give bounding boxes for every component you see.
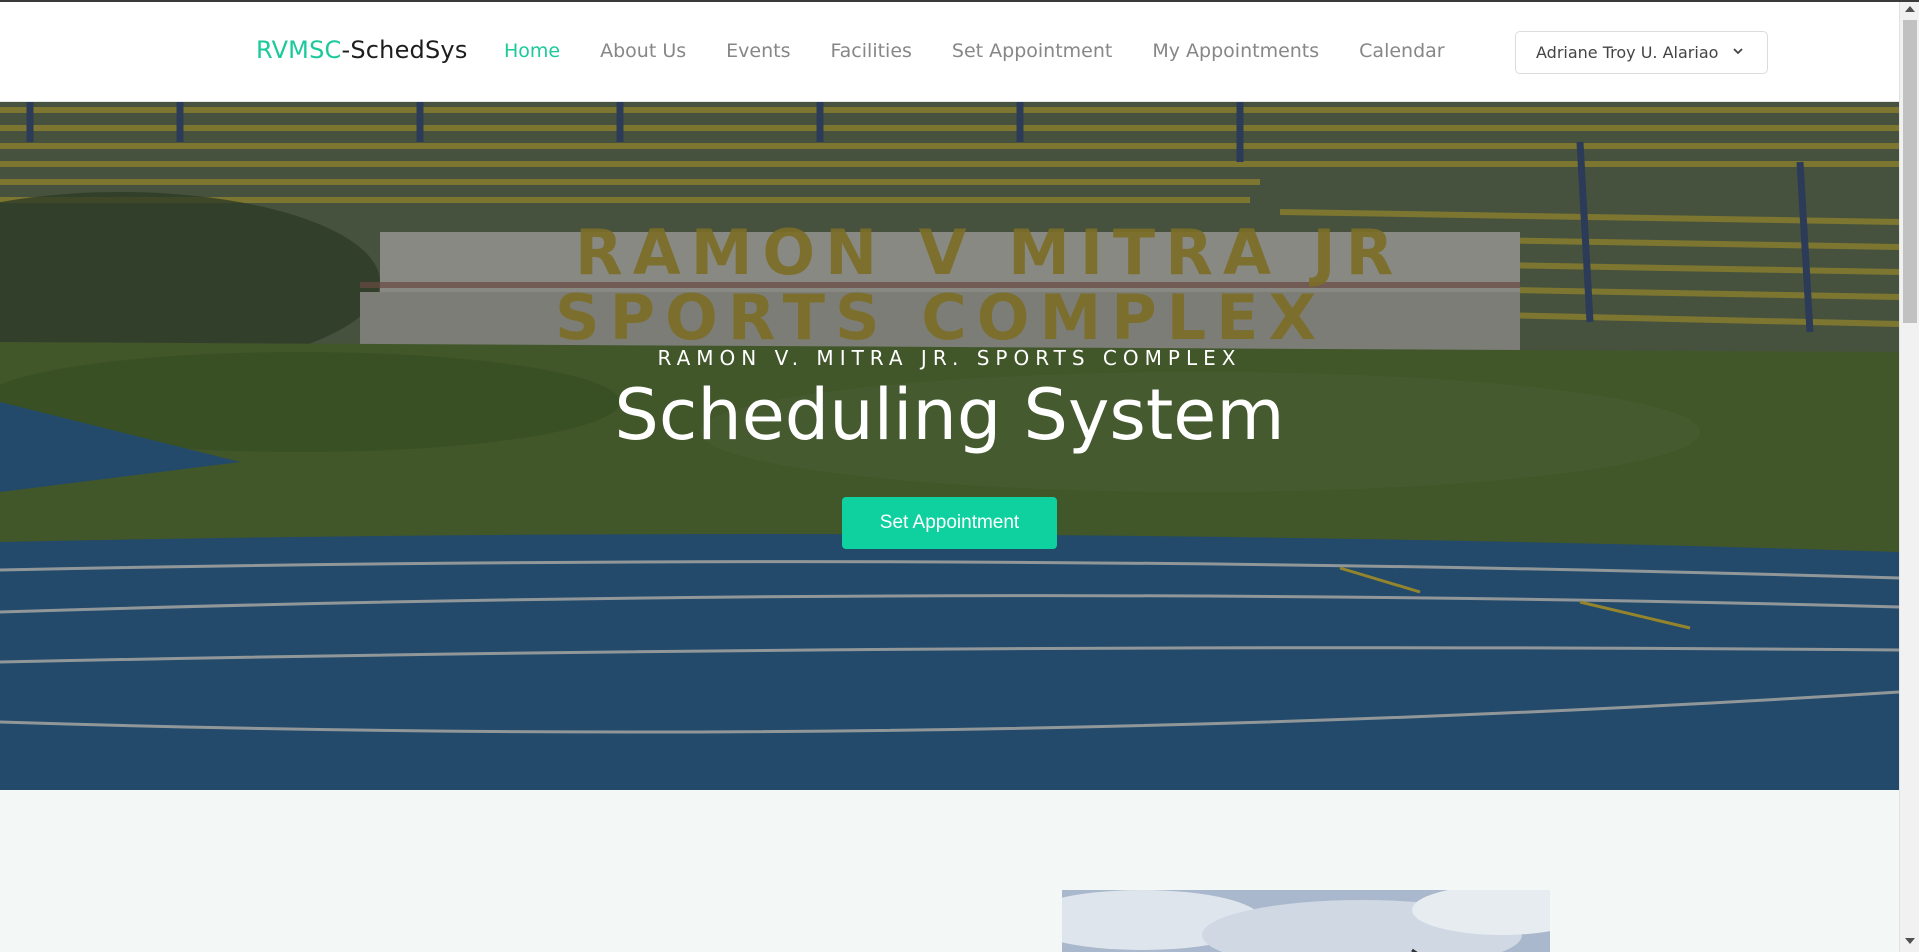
set-appointment-button[interactable]: Set Appointment: [842, 497, 1057, 549]
nav-events[interactable]: Events: [726, 40, 790, 62]
nav-about-us[interactable]: About Us: [600, 40, 686, 62]
chevron-down-icon: [1733, 48, 1743, 55]
navbar: RVMSC-SchedSys Home About Us Events Faci…: [0, 2, 1899, 102]
nav-home[interactable]: Home: [504, 40, 560, 62]
nav-calendar[interactable]: Calendar: [1359, 40, 1444, 62]
user-name: Adriane Troy U. Alariao: [1536, 43, 1719, 62]
facility-photo: [1062, 890, 1550, 952]
brand-logo[interactable]: RVMSC-SchedSys: [256, 36, 468, 64]
nav-set-appointment[interactable]: Set Appointment: [952, 40, 1112, 62]
brand-rest: -SchedSys: [341, 36, 468, 64]
content-section: [0, 790, 1899, 952]
page-viewport: RVMSC-SchedSys Home About Us Events Faci…: [0, 2, 1899, 952]
hero-title: Scheduling System: [614, 374, 1285, 456]
hero-banner: RAMON V MITRA JR SPORTS COMPLEX RAMON V.: [0, 102, 1899, 790]
user-menu-dropdown[interactable]: Adriane Troy U. Alariao: [1515, 31, 1768, 74]
nav-my-appointments[interactable]: My Appointments: [1152, 40, 1319, 62]
brand-accent: RVMSC: [256, 36, 342, 64]
scroll-thumb[interactable]: [1903, 20, 1917, 323]
hero-subtitle: RAMON V. MITRA JR. SPORTS COMPLEX: [657, 346, 1242, 370]
scroll-up-arrow-icon[interactable]: [1905, 6, 1915, 12]
scroll-down-arrow-icon[interactable]: [1905, 938, 1915, 944]
nav-links: Home About Us Events Facilities Set Appo…: [504, 40, 1485, 62]
nav-facilities[interactable]: Facilities: [830, 40, 911, 62]
vertical-scrollbar[interactable]: [1899, 2, 1919, 952]
